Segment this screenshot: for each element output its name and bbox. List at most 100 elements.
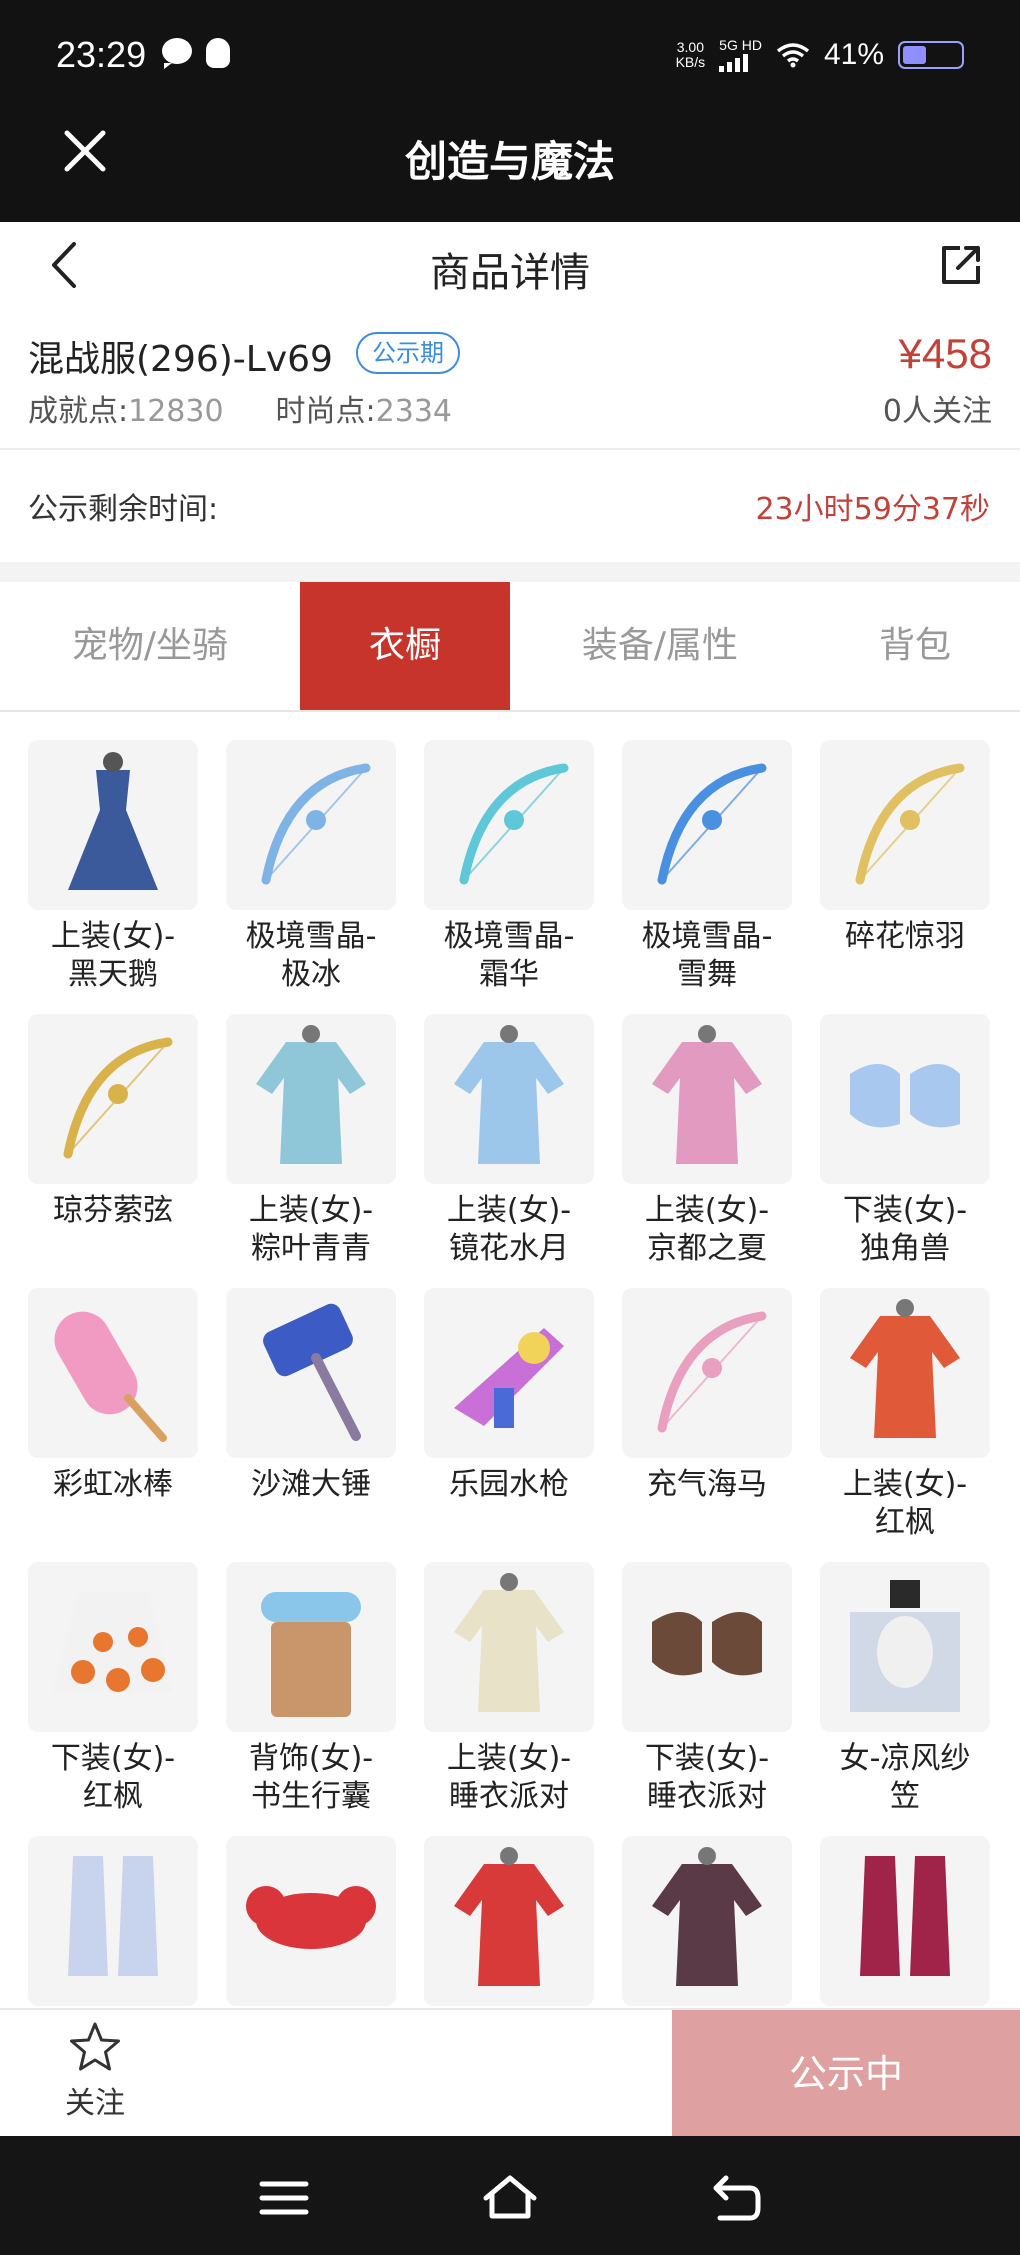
wardrobe-item[interactable]: 上装(女)- 镜花水月 <box>424 1014 594 1268</box>
menu-icon[interactable] <box>254 2168 314 2228</box>
outfit-icon <box>256 1025 366 1164</box>
cell-signal-icon: 5G HD <box>719 38 762 72</box>
section-divider <box>0 562 1020 582</box>
item-label: 琼芬萦弦 <box>53 1193 173 1228</box>
item-label: 上装(女)- 京都之夏 <box>644 1193 770 1266</box>
wardrobe-item[interactable]: 乐园水枪 <box>424 1288 594 1504</box>
item-thumbnail <box>622 1288 792 1458</box>
item-thumbnail <box>28 740 198 910</box>
item-label: 下装(女)- 红枫 <box>50 1741 176 1814</box>
item-label: 极境雪晶- 极冰 <box>245 919 377 992</box>
wardrobe-item[interactable]: 极境雪晶- 霜华 <box>424 740 594 994</box>
share-icon[interactable] <box>938 242 984 288</box>
item-label: 下装(女)- 睡衣派对 <box>644 1741 770 1814</box>
achievement-label: 成就点: <box>28 394 129 429</box>
wardrobe-item[interactable]: 上装(女)- 粽叶青青 <box>226 1014 396 1268</box>
item-thumbnail <box>226 1562 396 1732</box>
watcher-count: 0人关注 <box>882 394 992 429</box>
item-thumbnail <box>424 1836 594 2006</box>
wardrobe-item[interactable]: 背饰(女)- 书生行囊 <box>226 1562 396 1816</box>
wardrobe-item[interactable] <box>226 1836 396 2008</box>
wardrobe-item[interactable]: 彩虹冰棒 <box>28 1288 198 1504</box>
system-nav-bar <box>0 2136 1020 2255</box>
wardrobe-item[interactable]: 上装(女)- 睡衣派对 <box>424 1562 594 1816</box>
item-label: 碎花惊羽 <box>845 919 965 954</box>
tab-pets-mounts[interactable]: 宠物/坐骑 <box>0 582 300 710</box>
product-price: ¥458 <box>898 330 992 377</box>
item-thumbnail <box>226 1836 396 2006</box>
favorite-button[interactable]: 关注 <box>40 2020 150 2122</box>
wardrobe-item[interactable]: 上装(女)- 京都之夏 <box>622 1014 792 1268</box>
item-thumbnail <box>622 1836 792 2006</box>
wardrobe-grid: 上装(女)- 黑天鹅 极境雪晶- 极冰 极境雪晶- 霜华 极境雪晶- 雪舞 碎花惊羽琼芬… <box>28 740 998 2008</box>
item-label: 下装(女)- 独角兽 <box>842 1193 968 1266</box>
wardrobe-item[interactable] <box>622 1836 792 2008</box>
tab-equipment[interactable]: 装备/属性 <box>510 582 810 710</box>
app-title: 创造与魔法 <box>404 137 615 186</box>
shoes-icon <box>652 1612 762 1676</box>
status-bar: 23:29 3.00 KB/s 5G HD 41% <box>0 0 1020 108</box>
bow-icon <box>261 763 371 885</box>
item-label: 沙滩大锤 <box>251 1467 371 1502</box>
shoes-icon <box>850 1064 960 1128</box>
outfit-icon <box>850 1299 960 1438</box>
publicity-status-button[interactable]: 公示中 <box>672 2010 1020 2138</box>
action-bar: 关注 公示中 <box>0 2008 1020 2138</box>
item-label: 乐园水枪 <box>449 1467 569 1502</box>
tab-backpack[interactable]: 背包 <box>810 582 1020 710</box>
wardrobe-item[interactable]: 极境雪晶- 极冰 <box>226 740 396 994</box>
wardrobe-item[interactable]: 极境雪晶- 雪舞 <box>622 740 792 994</box>
wardrobe-item[interactable]: 下装(女)- 睡衣派对 <box>622 1562 792 1816</box>
wardrobe-item[interactable]: 上装(女)- 红枫 <box>820 1288 990 1542</box>
item-thumbnail <box>424 1562 594 1732</box>
back-icon[interactable] <box>706 2168 766 2228</box>
wardrobe-item[interactable]: 下装(女)- 独角兽 <box>820 1014 990 1268</box>
dress-icon <box>68 752 158 890</box>
item-label: 上装(女)- 红枫 <box>842 1467 968 1540</box>
bow-icon <box>657 1311 767 1433</box>
wardrobe-item[interactable]: 上装(女)- 黑天鹅 <box>28 740 198 994</box>
wardrobe-item[interactable]: 充气海马 <box>622 1288 792 1504</box>
wardrobe-item[interactable]: 下装(女)- 红枫 <box>28 1562 198 1816</box>
watergun-icon <box>454 1328 564 1428</box>
item-thumbnail <box>622 740 792 910</box>
app-bar: 创造与魔法 <box>0 108 1020 222</box>
qq-notification-icon <box>206 38 230 68</box>
wardrobe-item[interactable]: 碎花惊羽 <box>820 740 990 956</box>
wardrobe-item[interactable]: 女-凉风纱 笠 <box>820 1562 990 1816</box>
product-name: 混战服(296)-Lv69 <box>28 339 333 380</box>
item-thumbnail <box>28 1014 198 1184</box>
network-type: 5G HD <box>719 37 762 53</box>
item-thumbnail <box>28 1836 198 2006</box>
item-thumbnail <box>226 1014 396 1184</box>
item-label: 上装(女)- 黑天鹅 <box>50 919 176 992</box>
battery-icon <box>898 41 964 69</box>
page-title: 商品详情 <box>430 250 590 296</box>
wardrobe-item[interactable] <box>820 1836 990 2008</box>
status-indicators: 3.00 KB/s 5G HD 41% <box>676 38 964 72</box>
wardrobe-item[interactable]: 沙滩大锤 <box>226 1288 396 1504</box>
hammer-icon <box>263 1303 361 1441</box>
net-speed-value: 3.00 <box>676 39 704 55</box>
hat-icon <box>850 1580 960 1712</box>
item-label: 充气海马 <box>647 1467 767 1502</box>
status-badge: 公示期 <box>356 332 460 374</box>
bow-icon <box>855 763 965 885</box>
item-label: 背饰(女)- 书生行囊 <box>248 1741 374 1814</box>
skirt-icon <box>53 1592 173 1692</box>
item-thumbnail <box>424 740 594 910</box>
status-time: 23:29 <box>56 34 147 75</box>
outfit-icon <box>652 1025 762 1164</box>
wardrobe-item[interactable]: 琼芬萦弦 <box>28 1014 198 1230</box>
item-thumbnail <box>820 1288 990 1458</box>
item-label: 上装(女)- 粽叶青青 <box>248 1193 374 1266</box>
backpack-icon <box>261 1592 361 1717</box>
achievement-value: 12830 <box>128 394 224 429</box>
item-thumbnail <box>424 1014 594 1184</box>
tab-wardrobe[interactable]: 衣橱 <box>300 582 510 710</box>
bow-icon <box>657 763 767 885</box>
home-icon[interactable] <box>480 2168 540 2228</box>
wardrobe-item[interactable] <box>424 1836 594 2008</box>
item-thumbnail <box>424 1288 594 1458</box>
wardrobe-item[interactable] <box>28 1836 198 2008</box>
